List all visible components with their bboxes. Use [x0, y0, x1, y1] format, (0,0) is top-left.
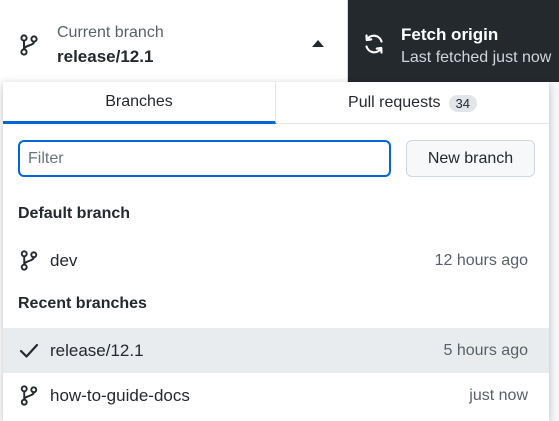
tab-pull-requests-label: Pull requests — [348, 94, 441, 111]
git-branch-icon — [20, 385, 38, 406]
branch-name: release/12.1 — [50, 341, 144, 360]
tab-branches[interactable]: Branches — [3, 82, 276, 124]
branch-name: how-to-guide-docs — [50, 386, 190, 405]
toolbar: Current branch release/12.1 Fetch origin… — [0, 0, 559, 82]
new-branch-button[interactable]: New branch — [406, 140, 535, 177]
pull-requests-count-badge: 34 — [448, 94, 477, 112]
branch-timestamp: just now — [469, 387, 528, 404]
branch-timestamp: 12 hours ago — [434, 252, 528, 269]
tab-bar: Branches Pull requests 34 — [3, 82, 549, 124]
sync-icon — [365, 34, 383, 54]
background-content — [549, 82, 559, 421]
branch-list-item-dev[interactable]: dev 12 hours ago — [3, 238, 549, 283]
tab-pull-requests[interactable]: Pull requests 34 — [276, 82, 549, 124]
branch-timestamp: 5 hours ago — [443, 342, 528, 359]
branch-name: dev — [50, 251, 78, 270]
fetch-origin-caption: Fetch origin — [401, 25, 499, 44]
recent-branches-header: Recent branches — [18, 295, 147, 312]
app-root: Current branch release/12.1 Fetch origin… — [0, 0, 559, 421]
branch-dropdown: Branches Pull requests 34 New branch Def… — [3, 82, 549, 421]
tab-branches-label: Branches — [105, 92, 173, 110]
check-icon — [19, 343, 39, 358]
branch-list-item-how-to-guide-docs[interactable]: how-to-guide-docs just now — [3, 373, 549, 418]
git-branch-icon — [20, 34, 38, 56]
branch-filter-input[interactable] — [18, 140, 391, 177]
fetch-origin-button[interactable]: Fetch origin Last fetched just now — [348, 0, 559, 82]
caret-up-icon — [312, 40, 324, 47]
branch-list-item-release-12-1[interactable]: release/12.1 5 hours ago — [3, 328, 549, 373]
current-branch-caption: Current branch — [57, 24, 164, 41]
git-branch-icon — [20, 250, 38, 271]
current-branch-value: release/12.1 — [57, 47, 154, 66]
current-branch-button[interactable]: Current branch release/12.1 — [0, 0, 348, 82]
fetch-status: Last fetched just now — [401, 49, 552, 66]
default-branch-header: Default branch — [18, 205, 131, 222]
